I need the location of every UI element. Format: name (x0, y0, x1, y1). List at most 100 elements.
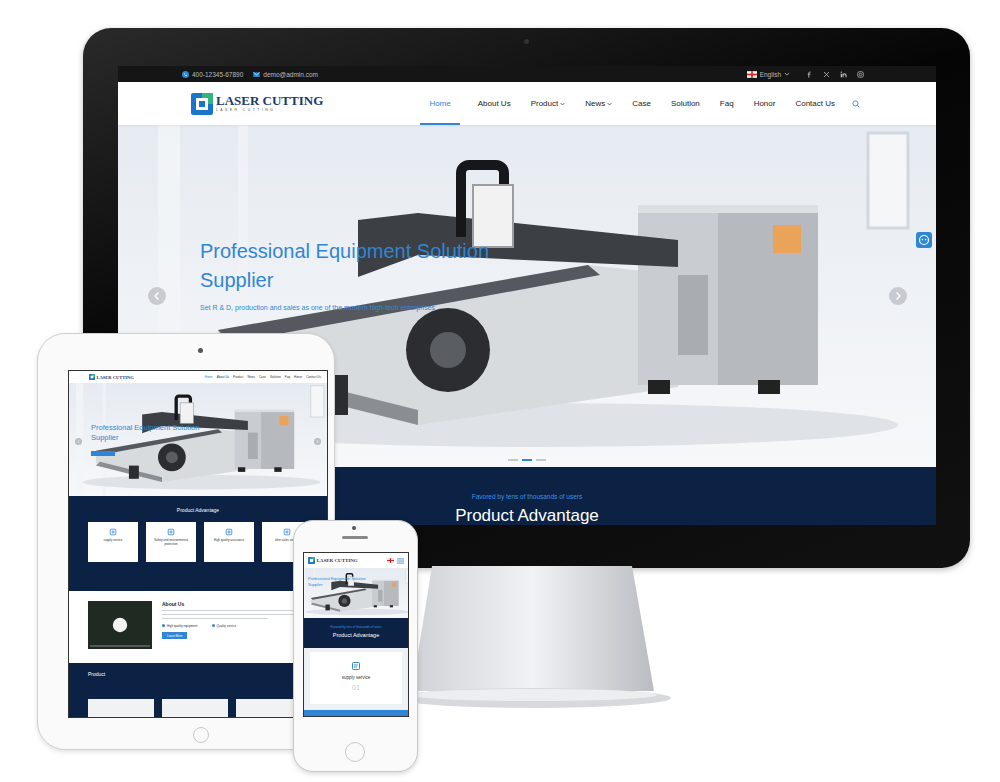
tablet-about: About Us High quality equipment Quality s… (69, 591, 327, 663)
slide-dot[interactable] (536, 459, 546, 461)
laser-machine-picture (304, 568, 408, 618)
text-placeholder (162, 614, 313, 616)
hamburger-menu-icon[interactable] (397, 558, 404, 564)
previous-slide-icon[interactable] (148, 287, 166, 305)
service-icon (283, 528, 291, 536)
camera-icon (352, 526, 356, 530)
about-video[interactable] (88, 601, 152, 649)
tablet-device: LASER CUTTING Home About Us Product News Cas… (37, 333, 335, 750)
uk-flag-icon (747, 71, 757, 78)
band-eyebrow: Favored by tens of thousands of users (304, 625, 408, 629)
chevron-down-icon (784, 72, 790, 76)
nav-item[interactable]: Faq (718, 82, 736, 125)
uk-flag-icon[interactable] (387, 558, 394, 563)
tablet-nav: Home About Us Product News Case Solution Faq Ho… (205, 375, 321, 379)
logo-icon (308, 557, 315, 564)
nav-item[interactable]: News (583, 82, 614, 125)
about-title: About Us (162, 601, 313, 607)
linkedin-icon[interactable] (840, 71, 847, 78)
nav-item[interactable]: Honor (294, 375, 302, 379)
nav-item[interactable]: Home (420, 82, 459, 125)
site-header: LASER CUTTING LASER CUTTING Home About U… (118, 82, 936, 125)
speaker-icon (342, 536, 368, 539)
phone-icon (182, 71, 189, 78)
phone-footer-bar (304, 710, 408, 716)
text-placeholder (162, 618, 268, 620)
product-title: Product (88, 671, 308, 677)
tablet-hero: Professional Equipment Solution Supplier (69, 383, 327, 496)
phone-hero: Professional Equipment Solution Supplier (304, 568, 408, 618)
x-twitter-icon[interactable] (823, 71, 830, 78)
advantage-card[interactable]: supply service (88, 522, 138, 562)
nav-item[interactable]: News (247, 375, 255, 379)
phone-device: LASER CUTTING Professional Equipment Sol… (293, 520, 418, 772)
service-icon (225, 528, 233, 536)
nav-item[interactable]: Solution (669, 82, 702, 125)
section-title: Product Advantage (69, 507, 327, 513)
nav-item[interactable]: Home (205, 375, 213, 379)
phone-band: Favored by tens of thousands of users Pr… (304, 618, 408, 648)
next-slide-icon[interactable] (889, 287, 907, 305)
nav-item[interactable]: Case (630, 82, 653, 125)
band-title: Product Advantage (304, 632, 408, 638)
hero-button[interactable] (91, 451, 115, 456)
nav-item[interactable]: About Us (217, 375, 229, 379)
text-placeholder (162, 610, 313, 612)
phone-logo[interactable]: LASER CUTTING (308, 557, 358, 564)
search-icon[interactable] (852, 100, 860, 108)
hero-subtitle: Set R & D, production and sales as one o… (200, 304, 500, 311)
slide-dot[interactable] (508, 459, 518, 461)
home-button[interactable] (193, 727, 209, 743)
nav-item[interactable]: Faq (285, 375, 290, 379)
home-button[interactable] (345, 742, 365, 762)
advantage-card[interactable]: High quality assurance (204, 522, 254, 562)
camera-icon (198, 348, 203, 353)
nav-item[interactable]: Case (259, 375, 266, 379)
chevron-down-icon (560, 102, 565, 106)
monitor-stand (392, 566, 682, 716)
tablet-advantage: Product Advantage supply service Safety … (69, 496, 327, 591)
facebook-icon[interactable] (806, 71, 813, 78)
site-logo[interactable]: LASER CUTTING LASER CUTTING (191, 82, 323, 125)
about-feature: Quality service (212, 624, 237, 628)
slide-dot[interactable] (522, 459, 532, 461)
phone-header: LASER CUTTING (304, 553, 408, 568)
hero-title: Professional Equipment Solution Supplier (200, 237, 510, 295)
logo-icon (89, 374, 95, 380)
tablet-product: Product (69, 663, 327, 718)
tablet-logo[interactable]: LASER CUTTING (89, 374, 134, 380)
phone-body: supply service 01 (304, 648, 408, 710)
service-icon (351, 661, 361, 671)
nav-item[interactable]: Contact Us (306, 375, 321, 379)
instagram-icon[interactable] (857, 71, 864, 78)
product-card[interactable] (88, 699, 154, 718)
learn-more-button[interactable]: Learn More (162, 632, 187, 639)
previous-slide-icon[interactable] (75, 438, 82, 445)
nav-item[interactable]: Honor (752, 82, 778, 125)
nav-item[interactable]: About Us (476, 82, 513, 125)
advantage-card[interactable]: Safety and environmental protection (146, 522, 196, 562)
email-contact[interactable]: demo@admin.com (253, 71, 318, 78)
hero-title: Professional Equipment Solution Supplier (91, 423, 209, 443)
nav-item[interactable]: Product (529, 82, 568, 125)
mail-icon (253, 71, 260, 78)
device-mockup: 400-12345-67890 demo@admin.com English L… (0, 0, 1000, 782)
language-selector[interactable]: English (747, 71, 790, 78)
about-feature: High quality equipment (162, 624, 198, 628)
nav-item[interactable]: Product (233, 375, 243, 379)
phone-contact[interactable]: 400-12345-67890 (182, 71, 243, 78)
next-slide-icon[interactable] (314, 438, 321, 445)
chat-service-icon[interactable] (916, 232, 932, 248)
service-icon (167, 528, 175, 536)
phone-screen: LASER CUTTING Professional Equipment Sol… (303, 552, 409, 717)
advantage-card[interactable]: supply service 01 (310, 652, 402, 704)
top-bar: 400-12345-67890 demo@admin.com English (118, 66, 936, 82)
nav-item[interactable]: Contact Us (793, 82, 837, 125)
play-icon (112, 617, 128, 633)
tablet-screen: LASER CUTTING Home About Us Product News Cas… (68, 370, 328, 718)
tablet-header: LASER CUTTING Home About Us Product News Cas… (69, 371, 327, 383)
product-card[interactable] (162, 699, 228, 718)
camera-icon (524, 39, 529, 44)
logo-icon (191, 93, 213, 115)
nav-item[interactable]: Solution (270, 375, 281, 379)
